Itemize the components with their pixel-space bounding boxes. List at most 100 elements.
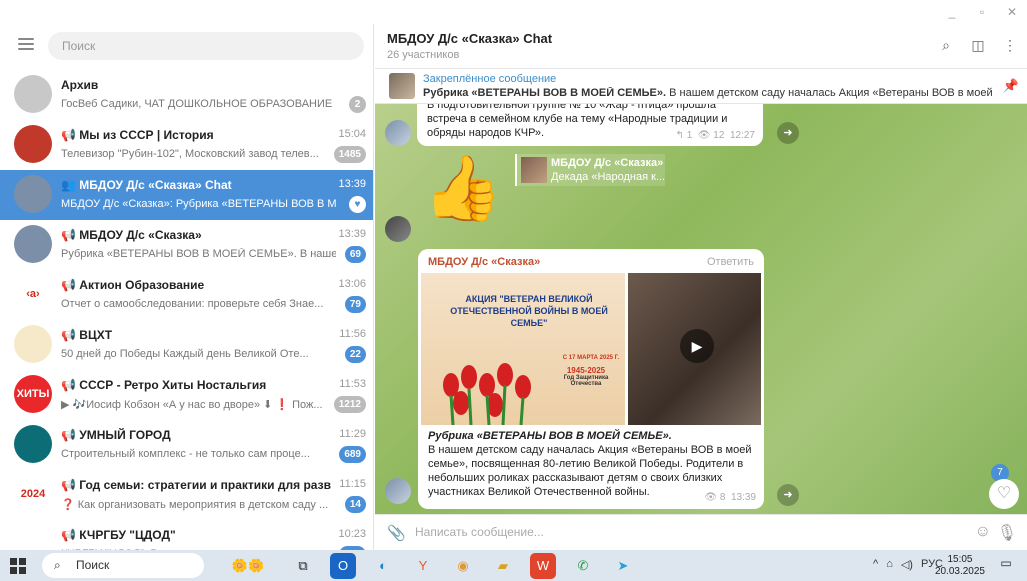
chat-name: 📢 КЧРГБУ "ЦДОД": [61, 528, 176, 542]
tray-arrow-icon[interactable]: ^: [873, 558, 878, 571]
yandex-icon[interactable]: Y: [410, 553, 436, 579]
sidebar-toggle-icon[interactable]: ◫: [969, 36, 987, 54]
sender-avatar[interactable]: [385, 478, 411, 504]
chat-time: 11:53: [339, 378, 366, 390]
edge-icon[interactable]: ◐: [370, 553, 396, 579]
outlook-icon[interactable]: O: [330, 553, 356, 579]
windows-start-icon[interactable]: [10, 558, 26, 574]
poster-badge: 1945-2025 Год Защитника Отечества: [563, 366, 609, 387]
chat-time: 11:29: [339, 428, 366, 440]
windows-taskbar: ⌕ Поиск 🌼🌼 ⧉ O ◐ Y ◉ ▰ W ✆ ➤ ^ ⌂ ◁) РУС 1…: [0, 550, 1027, 581]
chat-preview: МБДОУ Д/с «Сказка»: Рубрика «ВЕТЕРАНЫ ВО…: [61, 198, 336, 210]
chat-time: 10:23: [338, 528, 366, 540]
unread-badge: ♥: [349, 196, 366, 213]
task-view-icon[interactable]: ⧉: [290, 553, 316, 579]
chat-avatar: ‹a›: [14, 275, 52, 313]
flowers-widget-icon[interactable]: 🌼🌼: [220, 553, 276, 579]
forward-button[interactable]: ➜: [777, 122, 799, 144]
forward-button[interactable]: ➜: [777, 484, 799, 506]
search-input[interactable]: Поиск: [48, 32, 364, 60]
unread-badge: 689: [339, 446, 366, 463]
chat-panel: МБДОУ Д/с «Сказка» Chat 26 участников ⌕ …: [375, 24, 1027, 550]
message-meta: 👁 8 13:39: [704, 492, 756, 503]
chat-avatar: [14, 425, 52, 463]
play-icon[interactable]: ▶: [680, 329, 714, 363]
chat-time: 13:39: [338, 178, 366, 190]
chrome-icon[interactable]: ◉: [450, 553, 476, 579]
maximize-button[interactable]: ▫: [967, 0, 997, 24]
network-icon[interactable]: ⌂: [886, 558, 893, 571]
system-tray[interactable]: ^ ⌂ ◁) РУС: [873, 558, 943, 571]
notifications-icon[interactable]: ▭: [997, 556, 1015, 574]
chat-preview: Рубрика «ВЕТЕРАНЫ ВОВ В МОЕЙ СЕМЬЕ». В н…: [61, 248, 336, 260]
pinned-message[interactable]: Закреплённое сообщение Рубрика «ВЕТЕРАНЫ…: [375, 69, 1027, 104]
chat-list-item[interactable]: 2024 📢 Год семьи: стратегии и практики дл…: [0, 470, 373, 520]
chat-preview: Отчет о самообследовании: проверьте себя…: [61, 298, 324, 310]
chat-list-item[interactable]: 📢 ВЦХТ 11:56 50 дней до Победы Каждый день…: [0, 320, 373, 370]
message-composer: 📎 Написать сообщение... ☺ 🎙: [375, 514, 1027, 550]
chat-name: 📢 Мы из СССР | История: [61, 128, 214, 142]
microphone-icon[interactable]: 🎙: [997, 523, 1017, 543]
file-explorer-icon[interactable]: ▰: [490, 553, 516, 579]
unread-badge: 1212: [333, 396, 366, 413]
chat-avatar: 2024: [14, 475, 52, 513]
telegram-icon[interactable]: ➤: [610, 553, 636, 579]
chat-name: 📢 ВЦХТ: [61, 328, 113, 342]
unread-badge: 69: [344, 246, 366, 263]
reply-link[interactable]: Ответить: [707, 256, 754, 268]
chat-header[interactable]: МБДОУ Д/с «Сказка» Chat 26 участников ⌕ …: [375, 24, 1027, 69]
chat-list-item[interactable]: 📢 Мы из СССР | История 15:04 Телевизор "Ру…: [0, 120, 373, 170]
chat-preview: ❓ Как организовать мероприятия в детском…: [61, 499, 329, 511]
video-thumbnail[interactable]: ▶: [628, 273, 761, 425]
minimize-button[interactable]: _: [937, 0, 967, 24]
chat-list-item[interactable]: 📢 КЧРГБУ "ЦДОД"10:23КЧРГБУ "ЦДОД": Видео…: [0, 520, 373, 550]
chat-list-item[interactable]: Архив ГосВеб Садики, ЧАТ ДОШКОЛЬНОЕ ОБРАЗ…: [0, 70, 373, 120]
close-button[interactable]: ✕: [997, 0, 1027, 24]
sender-avatar[interactable]: [385, 120, 411, 146]
chat-time: 13:06: [338, 278, 366, 290]
sender-avatar[interactable]: [385, 216, 411, 242]
chat-avatar: [14, 175, 52, 213]
chat-list-item[interactable]: 👥 МБДОУ Д/с «Сказка» Chat 13:39 МБДОУ Д/с …: [0, 170, 373, 220]
message-sender[interactable]: МБДОУ Д/с «Сказка»: [428, 256, 540, 268]
taskbar-clock[interactable]: 15:05 20.03.2025: [935, 554, 985, 578]
quote-thumbnail: [521, 157, 547, 183]
chat-list-item[interactable]: ‹a› 📢 Актион Образование 13:06 Отчет о само…: [0, 270, 373, 320]
message-bubble[interactable]: МБДОУ Д/с «Сказка» Ответить АКЦИЯ "ВЕТЕР…: [418, 249, 764, 509]
taskbar-search[interactable]: ⌕ Поиск: [42, 553, 204, 578]
reply-quote[interactable]: МБДОУ Д/с «Сказка» Декада «Народная к...: [515, 154, 665, 186]
unread-badge: 22: [344, 346, 366, 363]
heart-reaction-icon[interactable]: ♡: [989, 479, 1019, 509]
chat-list-item[interactable]: 📢 УМНЫЙ ГОРОД 11:29 Строительный комплекс …: [0, 420, 373, 470]
chat-avatar: [14, 525, 52, 550]
message-caption: Рубрика «ВЕТЕРАНЫ ВОВ В МОЕЙ СЕМЬЕ». В на…: [428, 430, 752, 498]
thumbs-up-sticker: 👍: [423, 152, 503, 224]
chat-avatar: [14, 225, 52, 263]
unread-badge: 14: [344, 496, 366, 513]
unread-badge: 2: [349, 96, 366, 113]
attach-icon[interactable]: 📎: [387, 524, 406, 542]
search-icon[interactable]: ⌕: [937, 36, 955, 54]
message-input[interactable]: Написать сообщение...: [415, 525, 544, 539]
search-icon: ⌕: [54, 558, 61, 572]
chat-name: 👥 МБДОУ Д/с «Сказка» Chat: [61, 178, 232, 192]
chat-list-item[interactable]: 📢 МБДОУ Д/с «Сказка» 13:39 Рубрика «ВЕТЕРА…: [0, 220, 373, 270]
message-bubble[interactable]: В подготовительной группе № 10 «Жар - пт…: [417, 104, 763, 146]
app-w-icon[interactable]: W: [530, 553, 556, 579]
chat-preview: ГосВеб Садики, ЧАТ ДОШКОЛЬНОЕ ОБРАЗОВАНИ…: [61, 98, 333, 110]
chat-list-item[interactable]: ХИТЫ 📢 СССР - Ретро Хиты Ностальгия 11:53 ▶…: [0, 370, 373, 420]
unread-badge: 1485: [333, 146, 366, 163]
chat-name: 📢 МБДОУ Д/с «Сказка»: [61, 228, 202, 242]
chat-time: 11:56: [339, 328, 366, 340]
whatsapp-icon[interactable]: ✆: [570, 553, 596, 579]
volume-icon[interactable]: ◁): [901, 558, 913, 571]
pinned-label: Закреплённое сообщение: [423, 73, 557, 85]
poster-image[interactable]: АКЦИЯ "ВЕТЕРАН ВЕЛИКОЙ ОТЕЧЕСТВЕННОЙ ВОЙ…: [421, 273, 625, 425]
emoji-icon[interactable]: ☺: [975, 523, 991, 541]
chat-avatar: [14, 125, 52, 163]
pin-icon[interactable]: 📌: [1003, 78, 1019, 94]
more-icon[interactable]: ⋮: [1001, 36, 1019, 54]
hamburger-menu-icon[interactable]: [18, 38, 34, 50]
chat-name: 📢 УМНЫЙ ГОРОД: [61, 428, 171, 442]
chat-name: 📢 СССР - Ретро Хиты Ностальгия: [61, 378, 267, 392]
